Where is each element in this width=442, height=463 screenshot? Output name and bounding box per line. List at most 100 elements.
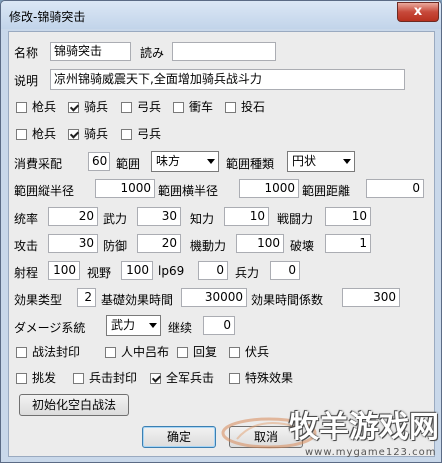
h-radius-field[interactable]: 1000 [239,179,299,198]
checkbox-lubu[interactable]: 人中吕布 [105,345,169,359]
sight-field[interactable]: 100 [121,261,153,280]
checkbox-box[interactable] [229,373,240,384]
dialog-window: 修改-锦骑突击 x 名称 锦骑突击 読み 说明 凉州锦骑威震天下,全面增加骑兵战… [0,0,442,463]
row1-checkbox-cavalry[interactable]: 骑兵 [68,100,108,114]
defense-label: 防御 [103,239,128,253]
checkbox-label: 弓兵 [137,100,162,114]
checkbox-box[interactable] [177,347,188,358]
checkbox-label: 骑兵 [84,100,109,114]
damage-type-select[interactable]: 武力 [106,315,161,336]
checkbox-label: 兵击封印 [89,371,138,385]
mobility-field[interactable]: 100 [236,234,284,253]
row1-checkbox-spear[interactable]: 枪兵 [16,100,56,114]
checkbox-box[interactable] [225,102,236,113]
checkbox-all-army-strike[interactable]: 全军兵击 [150,371,214,385]
defense-field[interactable]: 20 [137,234,181,253]
troops-field[interactable]: 0 [270,261,300,280]
leadership-field[interactable]: 20 [48,207,98,226]
troops-label: 兵力 [235,266,260,280]
attack-field[interactable]: 30 [48,234,98,253]
checkbox-box[interactable] [16,347,27,358]
checkbox-box[interactable] [68,129,79,140]
force-label: 武力 [103,212,128,226]
row2-checkbox-spear[interactable]: 枪兵 [16,127,56,141]
battle-field[interactable]: 10 [325,207,371,226]
range-type-label: 範囲種類 [226,157,275,171]
checkbox-label: 回复 [193,345,218,359]
reading-label: 読み [140,46,165,60]
checkbox-box[interactable] [229,347,240,358]
checkbox-label: 挑发 [32,371,57,385]
description-label: 说明 [14,74,39,88]
cost-field[interactable]: 60 [88,152,110,171]
force-field[interactable]: 30 [137,207,181,226]
checkbox-box[interactable] [16,373,27,384]
range-distance-label: 範囲距離 [302,184,351,198]
checkbox-box[interactable] [73,373,84,384]
checkbox-label: 全军兵击 [166,371,215,385]
range-select[interactable]: 味方 [151,151,219,172]
sight-label: 视野 [87,266,112,280]
intel-field[interactable]: 10 [224,207,269,226]
continue-label: 继续 [168,321,193,335]
effect-type-field[interactable]: 2 [77,288,96,307]
checkbox-special-effect[interactable]: 特殊效果 [229,371,293,385]
row2-checkbox-archer[interactable]: 弓兵 [121,127,161,141]
reading-field[interactable] [172,42,276,61]
checkbox-tactic-seal[interactable]: 战法封印 [16,345,80,359]
name-label: 名称 [14,46,39,60]
checkbox-label: 弓兵 [137,127,162,141]
init-blank-tactic-button[interactable]: 初始化空白战法 [19,394,129,416]
time-coef-field[interactable]: 300 [342,288,400,307]
chevron-down-icon [149,323,157,328]
checkbox-box[interactable] [173,102,184,113]
checkbox-box[interactable] [121,102,132,113]
checkbox-box[interactable] [68,102,79,113]
base-time-label: 基礎効果時間 [101,293,174,307]
row1-checkbox-ram[interactable]: 衝车 [173,100,213,114]
checkbox-box[interactable] [150,373,161,384]
description-field[interactable]: 凉州锦骑威震天下,全面增加骑兵战斗力 [50,69,405,90]
checkbox-box[interactable] [121,129,132,140]
watermark-text: 牧羊游戏网 [289,410,439,445]
name-field[interactable]: 锦骑突击 [50,42,131,61]
row1-checkbox-catapult[interactable]: 投石 [225,100,265,114]
checkbox-strike-seal[interactable]: 兵击封印 [73,371,137,385]
range-type-select-value: 円状 [292,154,317,168]
checkbox-box[interactable] [105,347,116,358]
checkbox-ambush[interactable]: 伏兵 [229,345,269,359]
leadership-label: 统率 [14,212,39,226]
title-bar: 修改-锦骑突击 x [1,1,441,29]
lp69-label: lp69 [158,264,185,278]
time-coef-label: 効果時間係数 [251,293,324,307]
checkbox-provoke[interactable]: 挑发 [16,371,56,385]
continue-field[interactable]: 0 [203,316,235,335]
checkbox-label: 枪兵 [32,127,57,141]
base-time-field[interactable]: 30000 [181,288,247,307]
checkbox-label: 人中吕布 [121,345,170,359]
range-label: 範囲 [116,157,141,171]
checkbox-box[interactable] [16,102,27,113]
checkbox-label: 伏兵 [245,345,270,359]
range-select-value: 味方 [156,154,181,168]
destroy-field[interactable]: 1 [325,234,371,253]
checkbox-label: 衝车 [189,100,214,114]
effect-type-label: 効果类型 [14,293,63,307]
checkbox-recover[interactable]: 回复 [177,345,217,359]
cost-label: 消費采配 [14,157,63,171]
close-button[interactable]: x [397,2,439,22]
h-radius-label: 範囲横半径 [158,184,219,198]
row1-checkbox-archer[interactable]: 弓兵 [121,100,161,114]
checkbox-label: 投石 [241,100,266,114]
shoot-range-field[interactable]: 100 [48,261,80,280]
damage-type-label: ダメージ系統 [14,321,86,335]
lp69-field[interactable]: 0 [198,261,228,280]
v-radius-field[interactable]: 1000 [95,179,155,198]
intel-label: 知力 [190,212,215,226]
shoot-range-label: 射程 [14,266,39,280]
row2-checkbox-cavalry[interactable]: 骑兵 [68,127,108,141]
checkbox-box[interactable] [16,129,27,140]
range-type-select[interactable]: 円状 [287,151,355,172]
mobility-label: 機動力 [190,239,227,253]
range-distance-field[interactable]: 0 [366,179,424,198]
